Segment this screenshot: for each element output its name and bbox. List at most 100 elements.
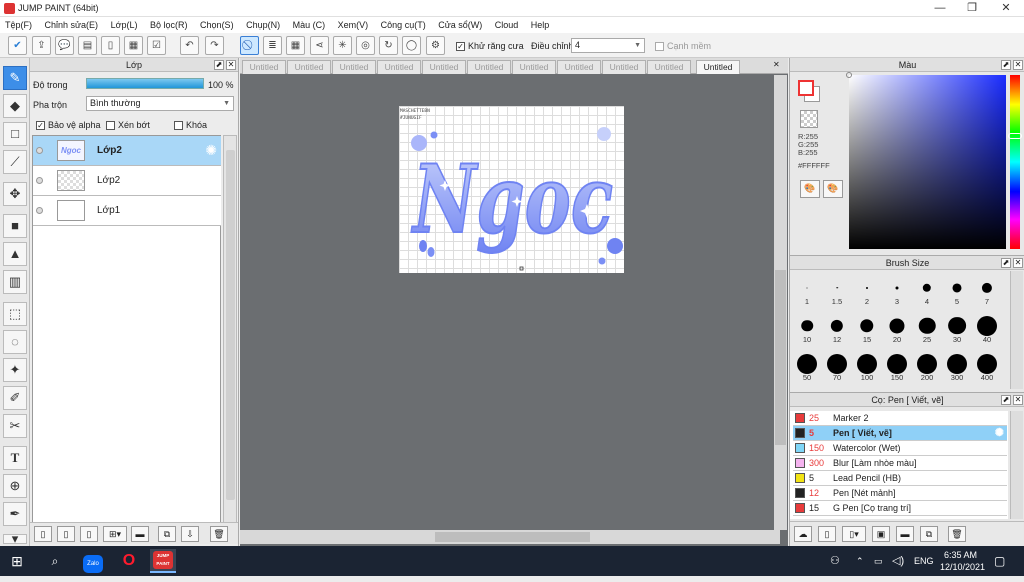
tab-close-icon[interactable]: ✕: [773, 60, 780, 69]
rectangle-tool-icon[interactable]: □: [3, 122, 27, 146]
layer-row[interactable]: Lớp1: [33, 196, 221, 226]
duplicate-brush-icon[interactable]: ⧉: [920, 526, 938, 542]
lock-toggle[interactable]: Khóa: [174, 120, 207, 131]
add-layer-menu-icon[interactable]: ⊞▾: [103, 526, 127, 542]
soft-edge-toggle[interactable]: Cạnh mềm: [655, 41, 711, 52]
cloud-check-icon[interactable]: ✔: [8, 36, 27, 55]
checklist-icon[interactable]: ☑: [147, 36, 166, 55]
menu-help[interactable]: Help: [526, 17, 555, 33]
brush-row[interactable]: 5 Lead Pencil (HB): [793, 471, 1007, 486]
visibility-icon[interactable]: [36, 177, 43, 184]
gear-icon[interactable]: ✺: [205, 142, 217, 159]
parallel-lines-icon[interactable]: ≣: [263, 36, 282, 55]
document-tab-active[interactable]: Untitled: [696, 60, 740, 74]
line-tool-icon[interactable]: ⟋: [3, 150, 27, 174]
visibility-icon[interactable]: [36, 207, 43, 214]
visibility-icon[interactable]: [36, 147, 43, 154]
eraser-tool-icon[interactable]: ◆: [3, 94, 27, 118]
panel-float-icon[interactable]: ⬈: [214, 60, 224, 70]
eyedropper-tool-icon[interactable]: ⊕: [3, 474, 27, 498]
undo-icon[interactable]: ↶: [180, 36, 199, 55]
brush-size-option[interactable]: 7: [972, 271, 1002, 307]
brush-size-option[interactable]: 25: [912, 309, 942, 345]
search-icon[interactable]: ⌕: [42, 549, 68, 573]
new-8bit-layer-icon[interactable]: ▯: [80, 526, 98, 542]
brush-size-option[interactable]: 400: [972, 347, 1002, 383]
document-tab[interactable]: Untitled: [512, 60, 556, 74]
brush-size-option[interactable]: 40: [972, 309, 1002, 345]
brush-size-option[interactable]: 100: [852, 347, 882, 383]
clip-toggle[interactable]: Xén bớt: [106, 120, 150, 131]
panel-close-icon[interactable]: ✕: [226, 60, 236, 70]
fill-shape-tool-icon[interactable]: ■: [3, 214, 27, 238]
layer-scrollbar[interactable]: [223, 135, 237, 535]
layer-row[interactable]: Lớp2: [33, 166, 221, 196]
message-icon[interactable]: ▤: [78, 36, 97, 55]
document-icon[interactable]: ▯: [101, 36, 120, 55]
panel-float-icon[interactable]: ⬈: [1001, 395, 1011, 405]
settings-icon[interactable]: ⚙: [426, 36, 445, 55]
canvas-vscroll-thumb[interactable]: [775, 270, 786, 445]
soft-edge-checkbox[interactable]: [655, 42, 664, 52]
comment-icon[interactable]: 💬: [55, 36, 74, 55]
brush-list-scrollbar[interactable]: [1010, 411, 1023, 519]
grid-list-icon[interactable]: ▦: [124, 36, 143, 55]
brush-size-option[interactable]: 150: [882, 347, 912, 383]
layer-scroll-thumb[interactable]: [226, 150, 235, 500]
circle-snap-icon[interactable]: ◯: [402, 36, 421, 55]
document-tab[interactable]: Untitled: [647, 60, 691, 74]
canvas-hscroll-thumb[interactable]: [435, 532, 590, 542]
gradient-tool-icon[interactable]: ▥: [3, 270, 27, 294]
maximize-button[interactable]: ❐: [956, 0, 988, 17]
brush-size-option[interactable]: 10: [792, 309, 822, 345]
duplicate-layer-icon[interactable]: ⧉: [158, 526, 176, 542]
brush-row[interactable]: 12 Pen [Nét mảnh]: [793, 486, 1007, 501]
perspective-icon[interactable]: ⋖: [310, 36, 329, 55]
panel-close-icon[interactable]: ✕: [1013, 258, 1023, 268]
language-indicator[interactable]: ENG: [914, 546, 934, 576]
menu-cloud[interactable]: Cloud: [490, 17, 524, 33]
select-pen-tool-icon[interactable]: ✐: [3, 386, 27, 410]
brush-size-option[interactable]: 2: [852, 271, 882, 307]
windows-start-icon[interactable]: ⊞: [4, 549, 30, 573]
adjust-select[interactable]: 4 ▼: [571, 38, 645, 53]
brush-size-option[interactable]: 12: [822, 309, 852, 345]
merge-layer-icon[interactable]: ⇩: [181, 526, 199, 542]
brush-size-option[interactable]: 5: [942, 271, 972, 307]
menu-edit[interactable]: Chỉnh sửa(E): [40, 17, 104, 33]
concentric-icon[interactable]: ◎: [356, 36, 375, 55]
volume-icon[interactable]: ◁): [892, 546, 904, 576]
lasso-tool-icon[interactable]: ◌: [3, 330, 27, 354]
new-layer-alt-icon[interactable]: ▯: [57, 526, 75, 542]
brush-row[interactable]: 5 Pen [ Viết, vẽ] ✺: [793, 426, 1007, 441]
transparent-swatch[interactable]: [800, 110, 818, 128]
brush-size-option[interactable]: 1: [792, 271, 822, 307]
document-tab[interactable]: Untitled: [242, 60, 286, 74]
gear-icon[interactable]: ✺: [995, 426, 1004, 440]
crosshatch-icon[interactable]: ▦: [286, 36, 305, 55]
brush-size-option[interactable]: 3: [882, 271, 912, 307]
menu-file[interactable]: Tệp(F): [0, 17, 37, 33]
brush-settings-icon[interactable]: ▣: [872, 526, 890, 542]
brush-menu-icon[interactable]: ▯▾: [842, 526, 866, 542]
clip-checkbox[interactable]: [106, 121, 115, 131]
blend-select[interactable]: Bình thường ▼: [86, 96, 234, 111]
opacity-slider[interactable]: [86, 78, 204, 89]
snap-off-icon[interactable]: ⃠: [240, 36, 259, 55]
tray-overflow-icon[interactable]: ⌃: [856, 546, 864, 576]
clock-date[interactable]: 12/10/2021: [940, 552, 985, 582]
rect-select-tool-icon[interactable]: ⬚: [3, 302, 27, 326]
new-brush-icon[interactable]: ▯: [818, 526, 836, 542]
new-layer-icon[interactable]: ▯: [34, 526, 52, 542]
document-tab[interactable]: Untitled: [287, 60, 331, 74]
antialias-checkbox[interactable]: ✓: [456, 42, 465, 52]
redo-icon[interactable]: ↷: [205, 36, 224, 55]
opera-app[interactable]: O: [116, 549, 142, 573]
share-icon[interactable]: ⇪: [32, 36, 51, 55]
document-tab[interactable]: Untitled: [467, 60, 511, 74]
antialias-toggle[interactable]: ✓ Khử răng cưa: [456, 41, 524, 52]
menu-filter[interactable]: Bộ lọc(R): [145, 17, 193, 33]
more-tools-icon[interactable]: ▾: [3, 532, 27, 545]
brush-row[interactable]: 300 Blur [Làm nhòe màu]: [793, 456, 1007, 471]
brush-size-option[interactable]: 300: [942, 347, 972, 383]
